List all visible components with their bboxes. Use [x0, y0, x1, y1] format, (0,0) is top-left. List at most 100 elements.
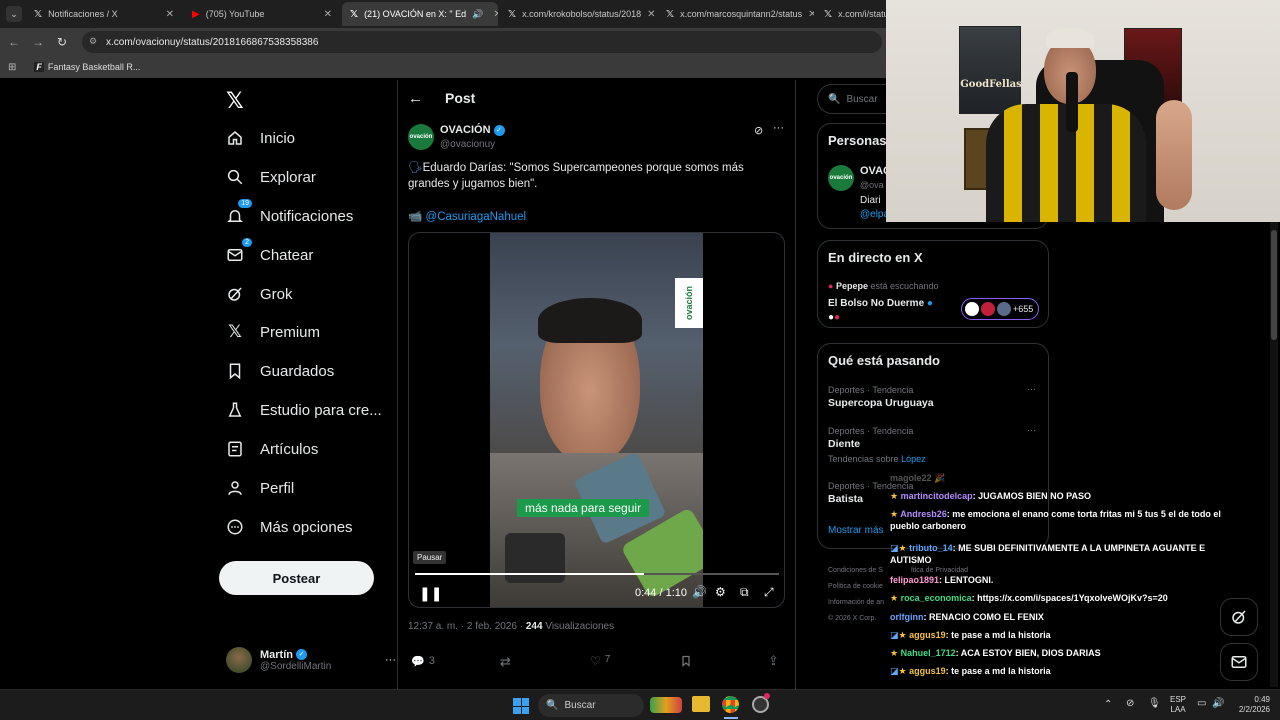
repost-icon[interactable]: ⇄ [500, 654, 511, 670]
nav-mas-opciones[interactable]: Más opciones [224, 513, 353, 541]
share-icon[interactable]: ⇪ [768, 653, 779, 669]
taskbar-search[interactable]: 🔍 Buscar [538, 694, 644, 717]
account-switcher[interactable]: Martín ✓ @SordelliMartin ··· [226, 643, 396, 677]
close-tab-icon[interactable]: ✕ [808, 9, 814, 20]
back-arrow-icon[interactable]: ← [408, 90, 423, 107]
nav-chatear[interactable]: 2 Chatear [224, 238, 313, 269]
tab-notificaciones[interactable]: 𝕏 Notificaciones / X ✕ [26, 2, 182, 26]
clock[interactable]: 0:49 2/2/2026 [1230, 695, 1270, 715]
nav-premium[interactable]: 𝕏 Premium [224, 318, 320, 346]
trend-more-icon[interactable]: ··· [1027, 425, 1036, 435]
post-more-icon[interactable]: ··· [773, 122, 784, 134]
apps-icon[interactable]: ⊞ [8, 62, 16, 73]
post-mention-link[interactable]: @CasuriagaNahuel [426, 211, 527, 223]
author-handle[interactable]: @ovacionuy [440, 139, 495, 150]
trend-name[interactable]: Supercopa Uruguaya [828, 397, 934, 409]
bell-icon: 19 [224, 199, 252, 227]
personas-link[interactable]: @elpa [860, 209, 889, 220]
personas-title: Personas [828, 133, 887, 148]
reply-button[interactable]: 💬 3 [411, 655, 435, 668]
chat-user: aggus19 [909, 630, 946, 640]
fullscreen-icon[interactable]: ⤢ [764, 585, 774, 600]
nav-articulos[interactable]: Artículos [224, 435, 318, 463]
more-dots-icon[interactable]: ··· [385, 654, 396, 666]
microphone-icon[interactable]: 🎙 [1148, 698, 1161, 709]
like-button[interactable]: ♡ 7 [590, 654, 610, 668]
speaker-icon[interactable]: 🔊 [472, 9, 483, 20]
search-icon [224, 166, 246, 188]
tab-marcosquintann[interactable]: 𝕏 x.com/marcosquintann2/status ✕ [658, 2, 814, 26]
x-logo-icon: 𝕏 [508, 8, 517, 20]
x-logo-icon: 𝕏 [34, 8, 43, 20]
scrollbar-thumb[interactable] [1271, 230, 1277, 340]
taskbar-widget-icon[interactable] [650, 697, 682, 713]
x-logo-icon: 𝕏 [824, 8, 833, 20]
tab-ovacion[interactable]: 𝕏 (21) OVACIÓN en X: " Ed 🔊 ✕ [342, 2, 498, 26]
post-button[interactable]: Postear [219, 561, 374, 595]
nav-estudio[interactable]: Estudio para cre... [224, 396, 382, 424]
tab-krokobolso[interactable]: 𝕏 x.com/krokobolso/status/2018 ✕ [500, 2, 656, 26]
nav-explorar[interactable]: Explorar [224, 163, 316, 191]
trend-name[interactable]: Diente [828, 438, 860, 450]
back-icon[interactable]: ← [2, 35, 26, 49]
close-tab-icon[interactable]: ✕ [493, 9, 498, 20]
video-progress-bar[interactable] [415, 573, 779, 575]
video-player[interactable]: ovación más nada para seguir Pausar ❚❚ 0… [408, 232, 785, 608]
messages-fab[interactable] [1220, 643, 1258, 681]
star-badge-icon: ★ [898, 630, 907, 640]
author-name-row[interactable]: OVACIÓN ✓ [440, 124, 505, 136]
chat-message: ◪★ aggus19: te pase a md la historia [890, 665, 1246, 677]
windows-start-icon[interactable] [513, 698, 529, 714]
post-mention-row: 📹 @CasuriagaNahuel [408, 209, 526, 223]
address-bar[interactable]: ⚙ x.com/ovacionuy/status/201816686753835… [82, 31, 882, 53]
trend-name[interactable]: Batista [828, 493, 863, 505]
file-explorer-icon[interactable] [692, 696, 710, 712]
nav-grok[interactable]: Grok [224, 280, 293, 308]
chat-user: tributo_14 [909, 543, 953, 553]
nav-inicio[interactable]: Inicio [224, 124, 295, 152]
close-tab-icon[interactable]: ✕ [166, 9, 174, 20]
trends-title: Qué está pasando [828, 353, 940, 368]
star-badge-icon: ★ [890, 491, 899, 501]
tray-chevron-icon[interactable]: ⌃ [1104, 699, 1112, 710]
show-more-link[interactable]: Mostrar más [828, 525, 884, 536]
pause-icon[interactable]: ❚❚ [419, 585, 442, 602]
reload-icon[interactable]: ↻ [50, 35, 74, 49]
tab-youtube[interactable]: ▶ (705) YouTube ✕ [184, 2, 340, 26]
bookmark-fantasy[interactable]: F Fantasy Basketball R... [34, 62, 140, 72]
tab-istatus[interactable]: 𝕏 x.com/i/statu [816, 2, 886, 26]
personas-avatar[interactable]: ovación [828, 165, 854, 191]
tab-search-button[interactable]: ⌄ [6, 6, 22, 22]
x-home-logo-icon[interactable]: 𝕏 [226, 88, 244, 114]
volume-icon[interactable]: 🔊 [692, 585, 707, 599]
trend-extra-link[interactable]: López [901, 454, 926, 464]
chat-message: orlfginn: RENACIO COMO EL FENIX [890, 611, 1246, 623]
video-person-hair [538, 298, 642, 343]
network-icon[interactable]: ▭ [1197, 698, 1206, 709]
picture-in-picture-icon[interactable]: ⧉ [740, 585, 749, 600]
trend-more-icon[interactable]: ··· [1027, 384, 1036, 394]
nav-perfil[interactable]: Perfil [224, 474, 294, 502]
live-space-row[interactable]: El Bolso No Duerme ● [828, 298, 933, 309]
settings-gear-icon[interactable]: ⚙ [715, 585, 726, 599]
chrome-icon[interactable] [722, 696, 739, 713]
reply-count: 3 [428, 655, 435, 667]
nav-guardados[interactable]: Guardados [224, 357, 334, 385]
page-scrollbar[interactable] [1270, 222, 1278, 687]
grok-fab[interactable] [1220, 598, 1258, 636]
video-frame: ovación [490, 233, 703, 607]
nav-notificaciones[interactable]: 19 Notificaciones [224, 199, 353, 230]
close-tab-icon[interactable]: ✕ [324, 9, 332, 20]
grok-explain-icon[interactable]: ⊘ [754, 124, 763, 137]
site-info-icon[interactable]: ⚙ [89, 36, 97, 47]
forward-icon[interactable]: → [26, 35, 50, 49]
live-join-pill[interactable]: +655 [961, 298, 1039, 320]
volume-icon[interactable]: 🔊 [1212, 698, 1224, 709]
chat-message: ★ Nahuel_1712: ACA ESTOY BIEN, DIOS DARI… [890, 647, 1246, 659]
tray-app-icon[interactable]: ⊘ [1126, 698, 1134, 709]
bookmark-post-icon[interactable] [680, 654, 692, 673]
close-tab-icon[interactable]: ✕ [647, 9, 655, 20]
footer-link[interactable]: Condiciones de S [828, 567, 883, 574]
language-indicator[interactable]: ESP LAA [1170, 695, 1186, 715]
author-avatar[interactable]: ovación [408, 124, 434, 150]
